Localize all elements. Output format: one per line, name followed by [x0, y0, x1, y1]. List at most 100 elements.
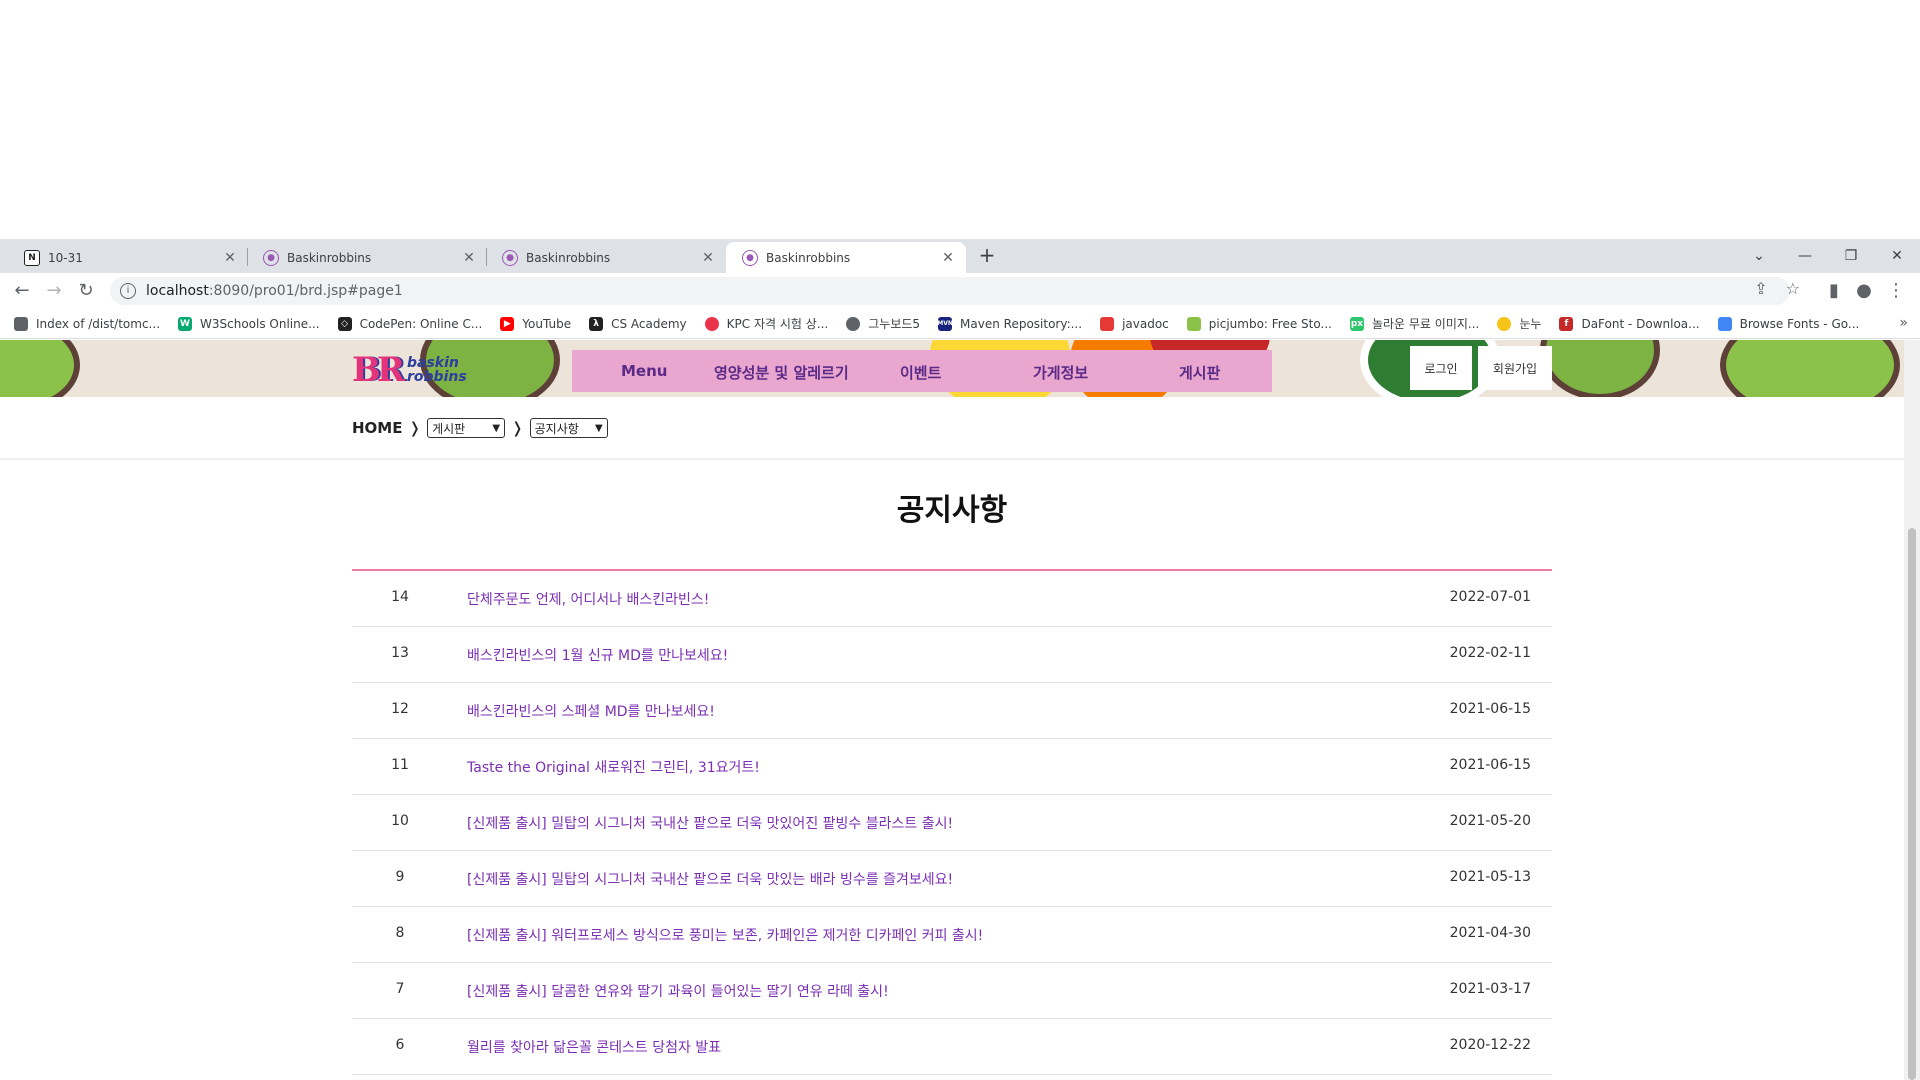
board-select[interactable]: 게시판 ▼	[427, 418, 506, 438]
globe-icon	[14, 316, 28, 331]
bookmark-label: 놀라운 무료 이미지...	[1371, 317, 1480, 331]
bookmark-item[interactable]: λ CS Academy	[589, 316, 687, 331]
baskin-robbins-logo[interactable]: BR baskin robbins	[352, 350, 472, 390]
back-arrow-icon[interactable]: ←	[10, 279, 34, 303]
tab-1[interactable]: N 10-31 ✕	[8, 242, 248, 273]
more-bookmarks-icon[interactable]: »	[1899, 315, 1908, 331]
bookmark-label: DaFont - Downloa...	[1581, 316, 1700, 331]
bookmark-item[interactable]: MVN Maven Repository:...	[937, 316, 1083, 331]
notice-subject-link[interactable]: Taste the Original 새로워진 그린티, 31요거트!	[467, 757, 760, 777]
notice-date: 2022-07-01	[1449, 589, 1531, 605]
notice-subject-link[interactable]: [신제품 출시] 밀탑의 시그니처 국내산 팥으로 더욱 맛있어진 팥빙수 블라…	[467, 813, 953, 833]
close-icon[interactable]: ✕	[700, 250, 716, 266]
notice-subject-link[interactable]: 배스킨라빈스의 1월 신규 MD를 만나보세요!	[467, 645, 728, 665]
table-row: 11 Taste the Original 새로워진 그린티, 31요거트! 202…	[352, 739, 1552, 795]
menu-kebab-icon[interactable]: ⋮	[1884, 279, 1908, 303]
notion-icon: N	[24, 249, 40, 266]
bookmark-item[interactable]: picjumbo: Free Sto...	[1186, 316, 1332, 331]
bookmark-item[interactable]: px 놀라운 무료 이미지...	[1349, 315, 1480, 332]
address-bar[interactable]: i localhost:8090/pro01/brd.jsp#page1	[110, 277, 1790, 305]
dafont-icon: f	[1559, 316, 1574, 331]
javadoc-icon	[1100, 316, 1115, 331]
bookmark-label: Browse Fonts - Go...	[1739, 316, 1860, 331]
br-icon: ●	[263, 249, 279, 266]
decor-shape	[0, 340, 80, 397]
close-icon[interactable]: ✕	[461, 250, 477, 266]
share-icon[interactable]: ⇪	[1754, 279, 1767, 298]
divider	[0, 458, 1904, 460]
breadcrumb-home[interactable]: HOME	[352, 419, 402, 437]
close-window-button[interactable]: ✕	[1874, 239, 1920, 273]
table-row: 9 [신제품 출시] 밀탑의 시그니처 국내산 팥으로 더욱 맛있는 배라 빙수를…	[352, 851, 1552, 907]
site-info-icon[interactable]: i	[120, 283, 136, 299]
signup-button[interactable]: 회원가입	[1478, 346, 1552, 390]
noonnu-icon	[1497, 316, 1512, 331]
bookmark-label: javadoc	[1122, 316, 1169, 331]
category-select[interactable]: 공지사항 ▼	[529, 418, 608, 438]
bookmark-label: YouTube	[522, 316, 572, 331]
bookmark-item[interactable]: Index of /dist/tomc...	[14, 316, 161, 331]
bookmark-label: Index of /dist/tomc...	[36, 316, 161, 331]
tab-search-icon[interactable]: ⌄	[1736, 239, 1782, 273]
vertical-scrollbar[interactable]	[1904, 340, 1920, 1080]
forward-arrow-icon[interactable]: →	[42, 279, 66, 303]
scrollbar-thumb[interactable]	[1908, 528, 1916, 1080]
bookmark-item[interactable]: Browse Fonts - Go...	[1717, 316, 1860, 331]
w3schools-icon: W	[178, 316, 193, 331]
logo-text: baskin robbins	[407, 356, 467, 384]
notice-subject-link[interactable]: 배스킨라빈스의 스페셜 MD를 만나보세요!	[467, 701, 715, 721]
br-icon: ●	[502, 249, 518, 266]
notice-subject-link[interactable]: 단체주문도 언제, 어디서나 배스킨라빈스!	[467, 589, 709, 609]
bookmark-item[interactable]: ▶ YouTube	[500, 316, 572, 331]
notice-subject-link[interactable]: [신제품 출시] 밀탑의 시그니처 국내산 팥으로 더욱 맛있는 배라 빙수를 …	[467, 869, 953, 889]
nav-board[interactable]: 게시판	[1179, 362, 1220, 383]
breadcrumb: HOME ❭ 게시판 ▼ ❭ 공지사항 ▼	[352, 418, 608, 438]
chevron-down-icon: ▼	[492, 422, 501, 434]
chevron-right-icon: ❭	[511, 419, 524, 437]
notice-subject-link[interactable]: [신제품 출시] 워터프로세스 방식으로 풍미는 보존, 카페인은 제거한 디카…	[467, 925, 983, 945]
notice-board: 14 단체주문도 언제, 어디서나 배스킨라빈스! 2022-07-01 13 배스킨…	[352, 569, 1552, 1075]
table-row: 12 배스킨라빈스의 스페셜 MD를 만나보세요! 2021-06-15	[352, 683, 1552, 739]
bookmark-item[interactable]: 눈누	[1497, 315, 1541, 332]
nav-event[interactable]: 이벤트	[900, 362, 941, 383]
new-tab-button[interactable]: +	[976, 244, 998, 266]
tab-2[interactable]: ● Baskinrobbins ✕	[247, 242, 487, 273]
blank-area	[0, 0, 1920, 239]
bookmark-item[interactable]: KPC 자격 시험 상...	[704, 315, 828, 332]
decor-shape	[1540, 340, 1660, 397]
notice-date: 2021-03-17	[1449, 981, 1531, 997]
nav-nutrition[interactable]: 영양성분 및 알레르기	[714, 362, 849, 383]
bookmark-item[interactable]: javadoc	[1100, 316, 1169, 331]
tab-3[interactable]: ● Baskinrobbins ✕	[486, 242, 726, 273]
restore-button[interactable]: ❐	[1828, 239, 1874, 273]
notice-date: 2021-06-15	[1449, 701, 1531, 717]
notice-number: 10	[391, 813, 409, 829]
tab-4-active[interactable]: ● Baskinrobbins ✕	[726, 242, 966, 273]
notice-number: 13	[391, 645, 409, 661]
reload-icon[interactable]: ↻	[74, 279, 98, 303]
main-nav: Menu 영양성분 및 알레르기 이벤트 가게정보 게시판	[572, 350, 1272, 392]
side-panel-icon[interactable]: ▮	[1822, 279, 1846, 303]
profile-icon[interactable]: ●	[1852, 279, 1876, 303]
nav-menu[interactable]: Menu	[621, 362, 667, 380]
codepen-icon: ◇	[337, 316, 352, 331]
bookmark-item[interactable]: ◇ CodePen: Online C...	[337, 316, 482, 331]
notice-number: 12	[391, 701, 409, 717]
star-icon[interactable]: ☆	[1786, 279, 1800, 298]
bookmark-item[interactable]: f DaFont - Downloa...	[1559, 316, 1700, 331]
nav-store[interactable]: 가게정보	[1033, 362, 1088, 383]
close-icon[interactable]: ✕	[222, 250, 238, 266]
minimize-button[interactable]: —	[1782, 239, 1828, 273]
picjumbo-icon	[1186, 316, 1201, 331]
select-value: 게시판	[432, 421, 466, 436]
table-row: 13 배스킨라빈스의 1월 신규 MD를 만나보세요! 2022-02-11	[352, 627, 1552, 683]
notice-subject-link[interactable]: [신제품 출시] 달콤한 연유와 딸기 과육이 들어있는 딸기 연유 라떼 출시…	[467, 981, 889, 1001]
address-bar-icons: ⇪ ☆	[1754, 279, 1800, 298]
notice-subject-link[interactable]: 월리를 찾아라 닮은꼴 콘테스트 당첨자 발표	[467, 1037, 721, 1057]
bookmark-label: Maven Repository:...	[960, 316, 1083, 331]
bookmarks-bar: Index of /dist/tomc... W W3Schools Online…	[0, 309, 1920, 339]
bookmark-item[interactable]: W W3Schools Online...	[178, 316, 320, 331]
login-button[interactable]: 로그인	[1410, 346, 1472, 390]
close-icon[interactable]: ✕	[940, 250, 956, 266]
bookmark-item[interactable]: 그누보드5	[846, 315, 920, 332]
